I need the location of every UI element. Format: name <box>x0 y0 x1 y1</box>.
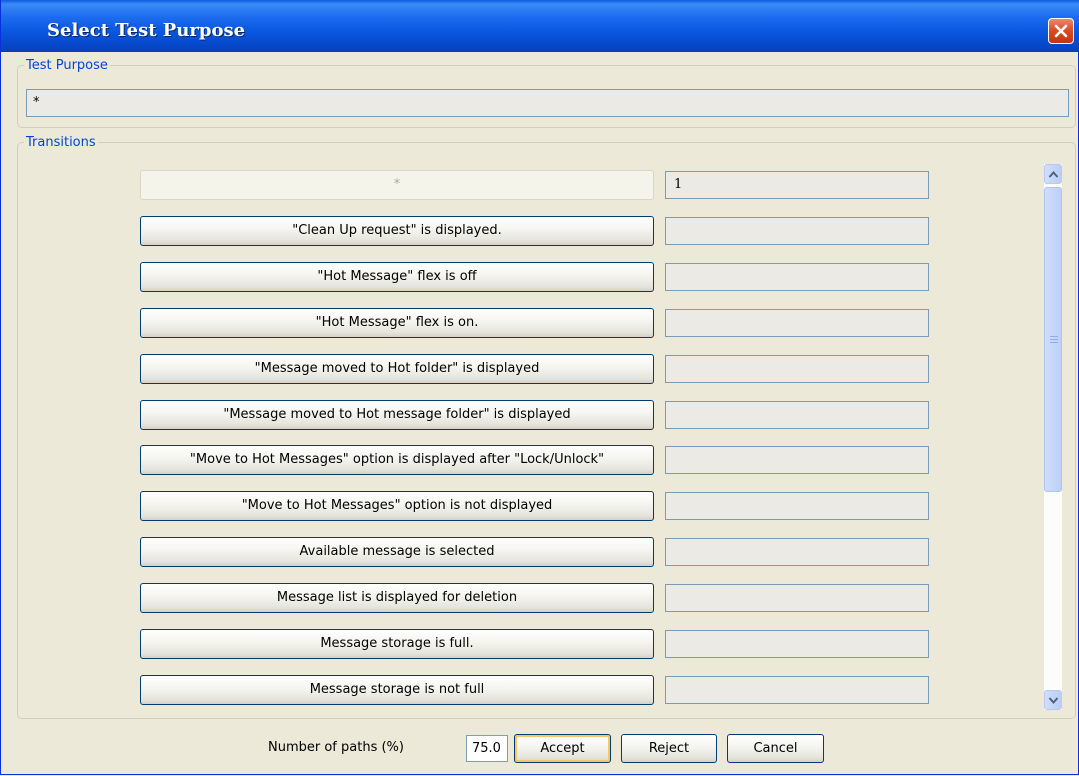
transition-row: "Message moved to Hot message folder" is… <box>130 400 1040 432</box>
transition-value-field[interactable] <box>665 492 929 520</box>
transitions-legend: Transitions <box>26 135 96 150</box>
transition-row: Message storage is full. <box>130 629 1040 661</box>
scroll-up-button[interactable] <box>1044 164 1062 184</box>
reject-button[interactable]: Reject <box>621 734 717 763</box>
transition-button[interactable]: "Message moved to Hot message folder" is… <box>140 400 654 430</box>
transition-button[interactable]: "Hot Message" flex is on. <box>140 308 654 338</box>
transition-value-field[interactable] <box>665 584 929 612</box>
transition-value-field[interactable] <box>665 630 929 658</box>
close-icon <box>1054 24 1068 38</box>
cancel-button[interactable]: Cancel <box>727 734 824 763</box>
transition-row: "Hot Message" flex is on. <box>130 308 1040 340</box>
paths-label: Number of paths (%) <box>268 740 404 755</box>
transition-row: Available message is selected <box>130 537 1040 569</box>
close-button[interactable] <box>1048 18 1074 44</box>
scrollbar-grip <box>1050 336 1058 345</box>
transition-button[interactable]: Message list is displayed for deletion <box>140 583 654 613</box>
scroll-down-button[interactable] <box>1044 690 1062 710</box>
transition-value-field[interactable] <box>665 401 929 429</box>
transition-value-field[interactable] <box>665 217 929 245</box>
test-purpose-legend: Test Purpose <box>26 58 108 73</box>
transition-row: Message storage is not full <box>130 675 1040 707</box>
transition-button: * <box>140 170 654 200</box>
transition-button[interactable]: "Message moved to Hot folder" is display… <box>140 354 654 384</box>
transition-row: Message list is displayed for deletion <box>130 583 1040 615</box>
transitions-list: * 1 "Clean Up request" is displayed. "Hot M… <box>130 162 1040 710</box>
scroll-up-arrow-icon <box>1048 170 1059 178</box>
transition-row: * 1 <box>130 170 1040 202</box>
scroll-down-arrow-icon <box>1048 697 1059 705</box>
transition-row: "Move to Hot Messages" option is display… <box>130 445 1040 477</box>
scrollbar-thumb[interactable] <box>1044 187 1062 492</box>
accept-button[interactable]: Accept <box>514 734 611 763</box>
test-purpose-field[interactable]: * <box>26 89 1069 117</box>
transition-button[interactable]: Available message is selected <box>140 537 654 567</box>
vertical-scrollbar[interactable] <box>1044 164 1062 710</box>
title-bar[interactable]: Select Test Purpose <box>1 0 1079 52</box>
transition-button[interactable]: Message storage is full. <box>140 629 654 659</box>
transition-value-field[interactable] <box>665 538 929 566</box>
transition-button[interactable]: "Clean Up request" is displayed. <box>140 216 654 246</box>
transition-value-field[interactable]: 1 <box>665 171 929 199</box>
transition-value-field[interactable] <box>665 309 929 337</box>
transition-row: "Move to Hot Messages" option is not dis… <box>130 491 1040 523</box>
transition-button[interactable]: "Hot Message" flex is off <box>140 262 654 292</box>
transition-row: "Clean Up request" is displayed. <box>130 216 1040 248</box>
transition-button[interactable]: "Move to Hot Messages" option is not dis… <box>140 491 654 521</box>
transition-value-field[interactable] <box>665 446 929 474</box>
transition-value-field[interactable] <box>665 263 929 291</box>
transition-button[interactable]: Message storage is not full <box>140 675 654 705</box>
transition-value-field[interactable] <box>665 676 929 704</box>
window-title: Select Test Purpose <box>47 20 246 41</box>
transition-value-field[interactable] <box>665 355 929 383</box>
transition-row: "Message moved to Hot folder" is display… <box>130 354 1040 386</box>
transition-button[interactable]: "Move to Hot Messages" option is display… <box>140 445 654 475</box>
transition-row: "Hot Message" flex is off <box>130 262 1040 294</box>
paths-input[interactable] <box>466 735 508 762</box>
